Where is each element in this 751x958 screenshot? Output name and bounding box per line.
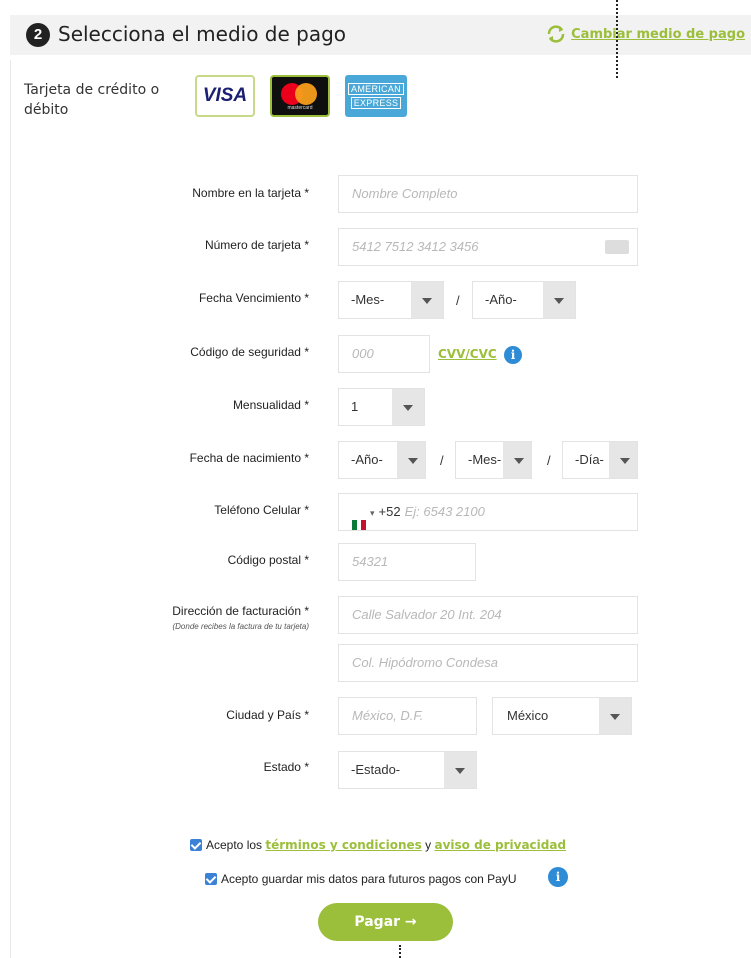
birth-day-select[interactable]: -Día- bbox=[562, 441, 638, 479]
billing-address-sublabel: (Donde recibes la factura de tu tarjeta) bbox=[172, 622, 309, 631]
refresh-icon bbox=[547, 25, 565, 43]
name-label: Nombre en la tarjeta * bbox=[192, 186, 309, 200]
country-value: México bbox=[507, 708, 549, 723]
chevron-down-icon bbox=[397, 442, 425, 478]
chevron-down-icon bbox=[503, 442, 531, 478]
birthdate-label: Fecha de nacimiento * bbox=[189, 451, 309, 465]
birth-month-value: -Mes- bbox=[468, 452, 502, 467]
terms-checkbox[interactable] bbox=[190, 839, 202, 851]
cursor-guide-top bbox=[616, 0, 618, 78]
chevron-down-icon bbox=[599, 698, 631, 734]
city-country-label: Ciudad y País * bbox=[226, 708, 309, 722]
visa-logo: VISA bbox=[202, 85, 248, 106]
amex-card-option[interactable]: AMERICAN EXPRESS bbox=[345, 75, 407, 117]
amex-logo-line1: AMERICAN bbox=[348, 83, 404, 95]
installments-value: 1 bbox=[351, 399, 359, 414]
installments-select[interactable]: 1 bbox=[338, 388, 425, 426]
chevron-down-icon bbox=[411, 282, 443, 318]
city-input[interactable]: México, D.F. bbox=[338, 697, 477, 735]
mastercard-logo: mastercard bbox=[277, 81, 323, 111]
change-payment-method-link[interactable]: Cambiar medio de pago bbox=[545, 25, 745, 43]
expiry-year-value: -Año- bbox=[485, 292, 517, 307]
chevron-down-icon bbox=[543, 282, 575, 318]
installments-label: Mensualidad * bbox=[232, 398, 309, 412]
billing-address-line2-input[interactable]: Col. Hipódromo Condesa bbox=[338, 644, 638, 682]
state-value: -Estado- bbox=[351, 762, 401, 777]
terms-prefix: Acepto los bbox=[206, 838, 263, 852]
expiry-year-select[interactable]: -Año- bbox=[472, 281, 576, 319]
mexico-flag-icon[interactable] bbox=[352, 508, 366, 530]
phone-label: Teléfono Celular * bbox=[214, 503, 309, 517]
card-number-label: Número de tarjeta * bbox=[204, 238, 309, 252]
pay-button[interactable]: Pagar → bbox=[318, 903, 453, 941]
terms-link[interactable]: términos y condiciones bbox=[265, 838, 421, 852]
expiry-month-value: -Mes- bbox=[351, 292, 385, 307]
card-number-input[interactable]: 5412 7512 3412 3456 bbox=[338, 228, 638, 266]
country-select[interactable]: México bbox=[492, 697, 632, 735]
phone-country-code: +52 bbox=[378, 504, 401, 519]
expiry-separator: / bbox=[456, 293, 460, 308]
cvv-input[interactable]: 000 bbox=[338, 335, 430, 373]
chevron-down-icon bbox=[392, 389, 424, 425]
chevron-down-icon bbox=[444, 752, 476, 788]
section-title: Selecciona el medio de pago bbox=[58, 22, 347, 46]
birth-year-value: -Año- bbox=[351, 452, 383, 467]
save-data-label: Acepto guardar mis datos para futuros pa… bbox=[221, 872, 517, 886]
save-data-consent-row: Acepto guardar mis datos para futuros pa… bbox=[205, 872, 517, 886]
postal-code-label: Código postal * bbox=[227, 553, 309, 567]
change-payment-method-label: Cambiar medio de pago bbox=[571, 26, 745, 42]
expiry-month-select[interactable]: -Mes- bbox=[338, 281, 444, 319]
card-number-placeholder: 5412 7512 3412 3456 bbox=[352, 239, 479, 254]
terms-and: y bbox=[425, 838, 432, 852]
chevron-down-icon bbox=[609, 442, 637, 478]
mastercard-card-option[interactable]: mastercard bbox=[270, 75, 330, 117]
phone-placeholder: Ej: 6543 2100 bbox=[404, 504, 485, 519]
state-select[interactable]: -Estado- bbox=[338, 751, 477, 789]
billing-address-label: Dirección de facturación * bbox=[172, 604, 309, 618]
phone-input[interactable]: ▾ +52 Ej: 6543 2100 bbox=[338, 493, 638, 531]
billing-address-line1-input[interactable]: Calle Salvador 20 Int. 204 bbox=[338, 596, 638, 634]
state-label: Estado * bbox=[263, 760, 309, 774]
birth-day-value: -Día- bbox=[575, 452, 604, 467]
birthdate-separator: / bbox=[440, 453, 444, 468]
terms-consent-row: Acepto los términos y condiciones y avis… bbox=[190, 838, 566, 852]
expiry-label: Fecha Vencimiento * bbox=[198, 291, 309, 305]
cursor-guide-bottom bbox=[399, 945, 401, 958]
privacy-link[interactable]: aviso de privacidad bbox=[435, 838, 567, 852]
card-type-label: Tarjeta de crédito o débito bbox=[24, 82, 160, 118]
caret-down-icon: ▾ bbox=[370, 508, 375, 518]
amex-logo-line2: EXPRESS bbox=[350, 97, 402, 109]
birthdate-separator: / bbox=[547, 453, 551, 468]
save-data-checkbox[interactable] bbox=[205, 873, 217, 885]
postal-code-input[interactable]: 54321 bbox=[338, 543, 476, 581]
birth-month-select[interactable]: -Mes- bbox=[455, 441, 532, 479]
payu-info-icon[interactable]: i bbox=[548, 867, 568, 887]
cvv-label: Código de seguridad * bbox=[190, 345, 309, 359]
visa-card-option[interactable]: VISA bbox=[195, 75, 255, 117]
step-number-badge: 2 bbox=[26, 23, 50, 47]
left-border bbox=[10, 60, 11, 958]
payment-method-header: 2 Selecciona el medio de pago Cambiar me… bbox=[10, 15, 751, 55]
cvv-info-icon[interactable]: i bbox=[504, 346, 522, 364]
card-icon bbox=[605, 240, 629, 254]
birth-year-select[interactable]: -Año- bbox=[338, 441, 426, 479]
cvv-help-link[interactable]: CVV/CVC bbox=[438, 347, 497, 361]
card-name-input[interactable]: Nombre Completo bbox=[338, 175, 638, 213]
